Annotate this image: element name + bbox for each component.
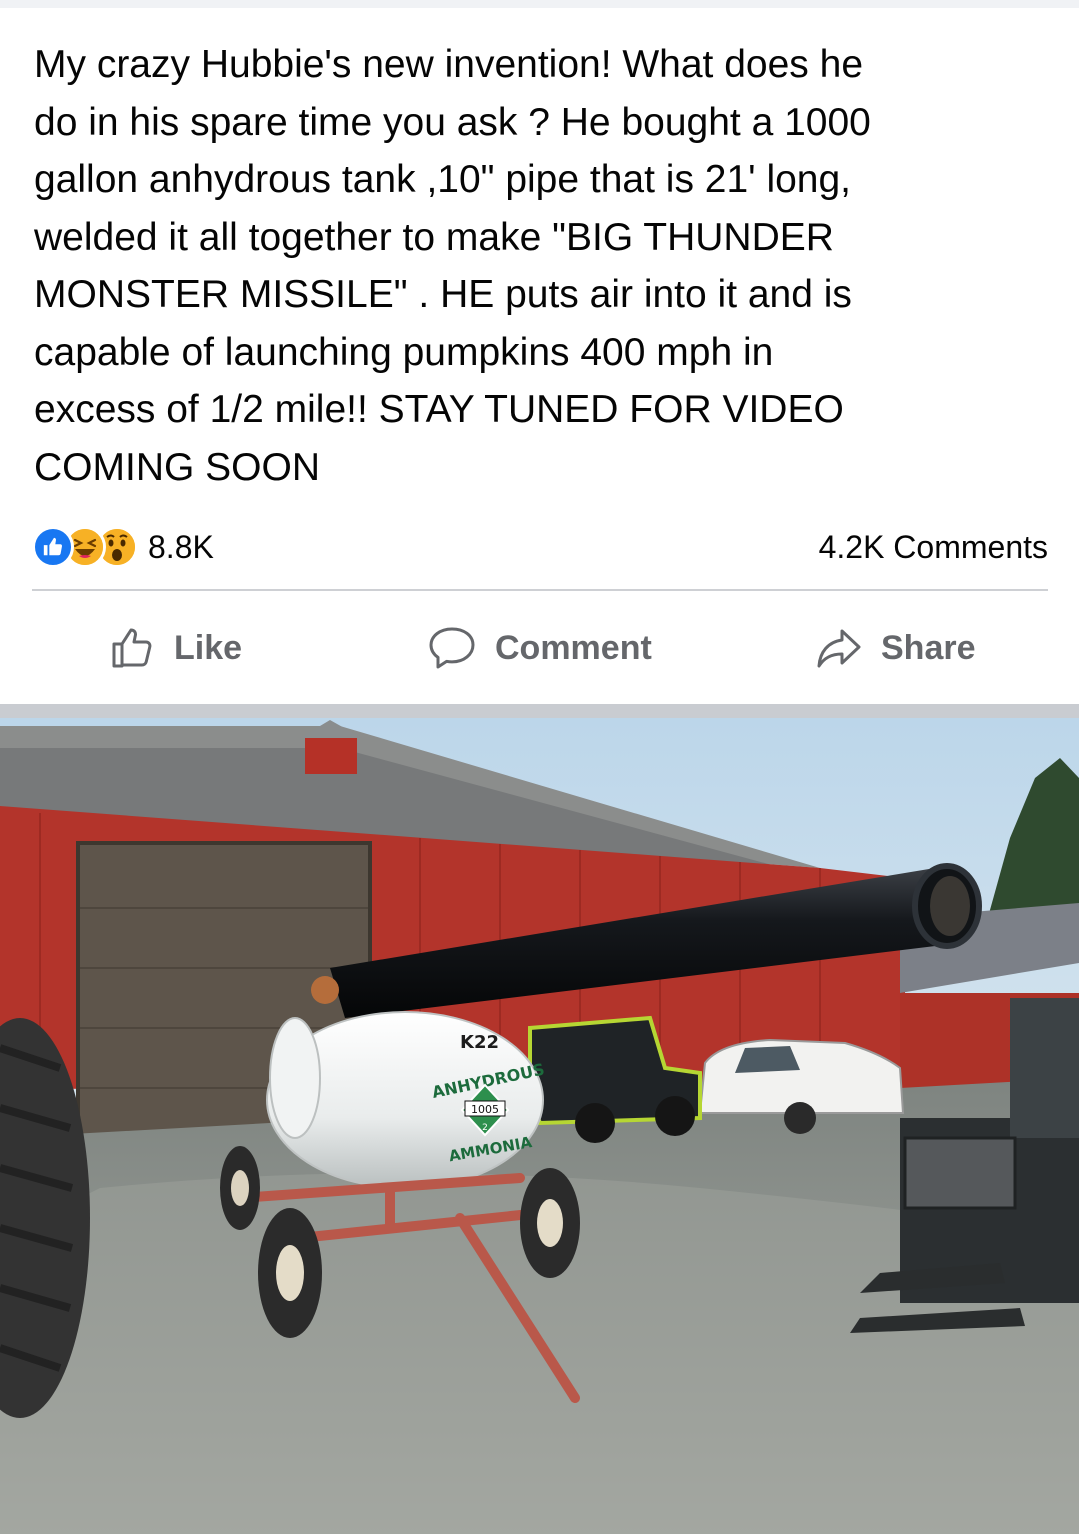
photo-illustration: K22 ANHYDROUS 1005 2 AMMONIA (0, 718, 1079, 1534)
post-stats: 8.8K 4.2K Comments (32, 524, 1048, 570)
reaction-count: 8.8K (148, 528, 214, 565)
post-text: My crazy Hubbie's new invention! What do… (34, 43, 871, 489)
comment-button[interactable]: Comment (427, 610, 652, 686)
like-icon (32, 526, 74, 568)
reactions-summary[interactable]: 8.8K (32, 524, 214, 570)
cupola (305, 736, 357, 774)
post-photo[interactable]: K22 ANHYDROUS 1005 2 AMMONIA (0, 718, 1079, 1534)
top-strip (0, 0, 1079, 8)
tank-label-class: 2 (482, 1123, 488, 1133)
comment-label: Comment (495, 628, 652, 667)
comments-count[interactable]: 4.2K Comments (819, 524, 1048, 570)
action-bar: Like Comment Share (32, 610, 1048, 686)
comment-icon (429, 627, 475, 669)
thumbs-up-icon (112, 628, 152, 668)
tank-label-k22: K22 (460, 1032, 499, 1053)
divider (32, 589, 1048, 591)
tank-label-un: 1005 (471, 1103, 499, 1116)
share-button[interactable]: Share (815, 610, 976, 686)
section-separator (0, 704, 1079, 718)
like-button[interactable]: Like (110, 610, 242, 686)
share-icon (817, 629, 861, 668)
share-label: Share (881, 628, 976, 667)
valve (311, 976, 339, 1004)
like-label: Like (174, 628, 243, 667)
